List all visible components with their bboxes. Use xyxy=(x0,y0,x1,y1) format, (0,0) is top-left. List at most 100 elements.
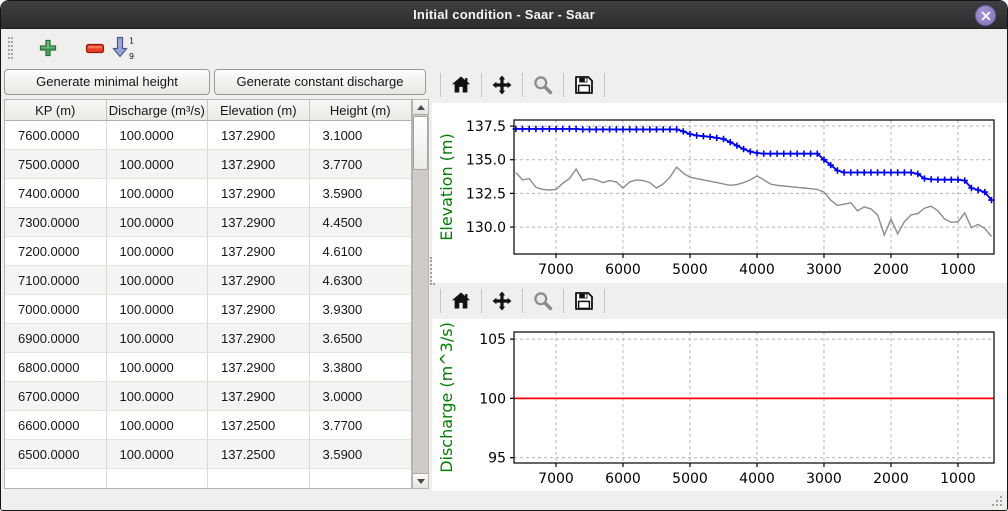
table-cell[interactable]: 100.0000 xyxy=(107,179,209,208)
table-cell[interactable]: 4.6300 xyxy=(310,266,412,295)
home-button[interactable] xyxy=(448,288,474,314)
table-cell[interactable]: 7200.0000 xyxy=(5,237,107,266)
table-cell[interactable]: 137.2900 xyxy=(208,179,310,208)
table-row-partial xyxy=(5,469,411,489)
table-cell[interactable]: 7100.0000 xyxy=(5,266,107,295)
discharge-plot-figure[interactable]: 700060005000400030002000100010510095Disc… xyxy=(432,319,1007,491)
discharge-chart[interactable]: 700060005000400030002000100010510095Disc… xyxy=(432,319,1007,491)
home-button[interactable] xyxy=(448,72,474,98)
svg-text:7000: 7000 xyxy=(538,262,574,278)
table-cell[interactable]: 100.0000 xyxy=(107,411,209,440)
table-cell[interactable]: 137.2900 xyxy=(208,382,310,411)
column-header[interactable]: Discharge (m³/s) xyxy=(107,100,209,121)
table-cell[interactable]: 3.0000 xyxy=(310,382,412,411)
table-cell[interactable]: 3.7700 xyxy=(310,411,412,440)
table-cell[interactable]: 100.0000 xyxy=(107,150,209,179)
table-row[interactable]: 7000.0000100.0000137.29003.9300 xyxy=(5,295,411,324)
svg-text:2000: 2000 xyxy=(873,471,909,487)
table-cell[interactable]: 100.0000 xyxy=(107,353,209,382)
table-scrollbar[interactable] xyxy=(412,99,429,489)
table-cell[interactable]: 100.0000 xyxy=(107,440,209,469)
table-cell[interactable]: 4.4500 xyxy=(310,208,412,237)
svg-text:Elevation (m): Elevation (m) xyxy=(437,133,456,240)
save-button[interactable] xyxy=(571,72,597,98)
table-row[interactable]: 7500.0000100.0000137.29003.7700 xyxy=(5,150,411,179)
table-row[interactable]: 7200.0000100.0000137.29004.6100 xyxy=(5,237,411,266)
table-row[interactable]: 7400.0000100.0000137.29003.5900 xyxy=(5,179,411,208)
scrollbar-thumb[interactable] xyxy=(413,116,428,170)
elevation-plot-figure[interactable]: 7000600050004000300020001000137.5135.013… xyxy=(432,103,1007,283)
table-cell[interactable]: 100.0000 xyxy=(107,237,209,266)
generate-constant-discharge-button[interactable]: Generate constant discharge xyxy=(214,69,426,95)
table-cell[interactable]: 137.2500 xyxy=(208,440,310,469)
table-cell[interactable]: 3.1000 xyxy=(310,121,412,150)
table-cell[interactable]: 137.2900 xyxy=(208,353,310,382)
table-cell[interactable]: 3.3800 xyxy=(310,353,412,382)
scroll-up-button[interactable] xyxy=(413,100,428,115)
table-cell[interactable]: 137.2900 xyxy=(208,121,310,150)
scroll-down-button[interactable] xyxy=(413,473,428,488)
table-cell[interactable]: 100.0000 xyxy=(107,382,209,411)
save-icon xyxy=(573,74,595,96)
table-cell[interactable]: 100.0000 xyxy=(107,266,209,295)
table-cell[interactable]: 6600.0000 xyxy=(5,411,107,440)
table-cell[interactable]: 7600.0000 xyxy=(5,121,107,150)
triangle-up-icon xyxy=(417,105,425,110)
sort-rows-button[interactable]: 1 9 xyxy=(106,34,140,62)
elevation-chart[interactable]: 7000600050004000300020001000137.5135.013… xyxy=(432,103,1007,283)
table-cell[interactable]: 4.6100 xyxy=(310,237,412,266)
table-cell[interactable]: 100.0000 xyxy=(107,121,209,150)
table-cell[interactable]: 7400.0000 xyxy=(5,179,107,208)
table-cell[interactable]: 137.2900 xyxy=(208,324,310,353)
table-cell[interactable]: 100.0000 xyxy=(107,295,209,324)
svg-text:5000: 5000 xyxy=(672,471,708,487)
pan-button[interactable] xyxy=(489,288,515,314)
table-cell[interactable]: 100.0000 xyxy=(107,208,209,237)
generate-minimal-height-button[interactable]: Generate minimal height xyxy=(4,69,210,95)
toolbar-drag-handle[interactable] xyxy=(8,37,13,59)
table-cell[interactable]: 6800.0000 xyxy=(5,353,107,382)
table-row[interactable]: 6900.0000100.0000137.29003.6500 xyxy=(5,324,411,353)
titlebar[interactable]: Initial condition - Saar - Saar xyxy=(1,1,1007,29)
close-button[interactable] xyxy=(975,5,996,26)
table-cell[interactable]: 137.2900 xyxy=(208,150,310,179)
table-cell[interactable]: 6900.0000 xyxy=(5,324,107,353)
zoom-button[interactable] xyxy=(530,72,556,98)
save-button[interactable] xyxy=(571,288,597,314)
table-cell[interactable]: 6700.0000 xyxy=(5,382,107,411)
svg-text:95: 95 xyxy=(488,451,506,467)
zoom-button[interactable] xyxy=(530,288,556,314)
column-header[interactable]: Elevation (m) xyxy=(208,100,310,121)
table-row[interactable]: 7300.0000100.0000137.29004.4500 xyxy=(5,208,411,237)
table-cell[interactable]: 3.9300 xyxy=(310,295,412,324)
table-cell[interactable]: 3.7700 xyxy=(310,150,412,179)
table-cell[interactable]: 3.6500 xyxy=(310,324,412,353)
table-cell[interactable]: 6500.0000 xyxy=(5,440,107,469)
table-cell[interactable]: 137.2900 xyxy=(208,266,310,295)
table-cell[interactable]: 3.5900 xyxy=(310,440,412,469)
table-row[interactable]: 6700.0000100.0000137.29003.0000 xyxy=(5,382,411,411)
column-header[interactable]: Height (m) xyxy=(310,100,412,121)
remove-row-button[interactable] xyxy=(81,34,109,62)
table-row[interactable]: 7600.0000100.0000137.29003.1000 xyxy=(5,121,411,150)
table-cell[interactable]: 100.0000 xyxy=(107,324,209,353)
table-cell[interactable]: 7500.0000 xyxy=(5,150,107,179)
table-cell[interactable]: 137.2900 xyxy=(208,208,310,237)
pan-button[interactable] xyxy=(489,72,515,98)
table-cell[interactable]: 7000.0000 xyxy=(5,295,107,324)
column-header[interactable]: KP (m) xyxy=(5,100,107,121)
table-cell[interactable]: 7300.0000 xyxy=(5,208,107,237)
table-cell[interactable]: 3.5900 xyxy=(310,179,412,208)
table-row[interactable]: 7100.0000100.0000137.29004.6300 xyxy=(5,266,411,295)
svg-text:130.0: 130.0 xyxy=(466,220,506,236)
table-cell[interactable]: 137.2500 xyxy=(208,411,310,440)
table-cell[interactable]: 137.2900 xyxy=(208,295,310,324)
add-row-button[interactable] xyxy=(34,34,62,62)
separator xyxy=(481,73,482,97)
table-row[interactable]: 6800.0000100.0000137.29003.3800 xyxy=(5,353,411,382)
resize-grip-icon[interactable] xyxy=(991,495,1002,506)
zoom-icon xyxy=(532,74,554,96)
table-row[interactable]: 6600.0000100.0000137.25003.7700 xyxy=(5,411,411,440)
table-cell[interactable]: 137.2900 xyxy=(208,237,310,266)
table-row[interactable]: 6500.0000100.0000137.25003.5900 xyxy=(5,440,411,469)
